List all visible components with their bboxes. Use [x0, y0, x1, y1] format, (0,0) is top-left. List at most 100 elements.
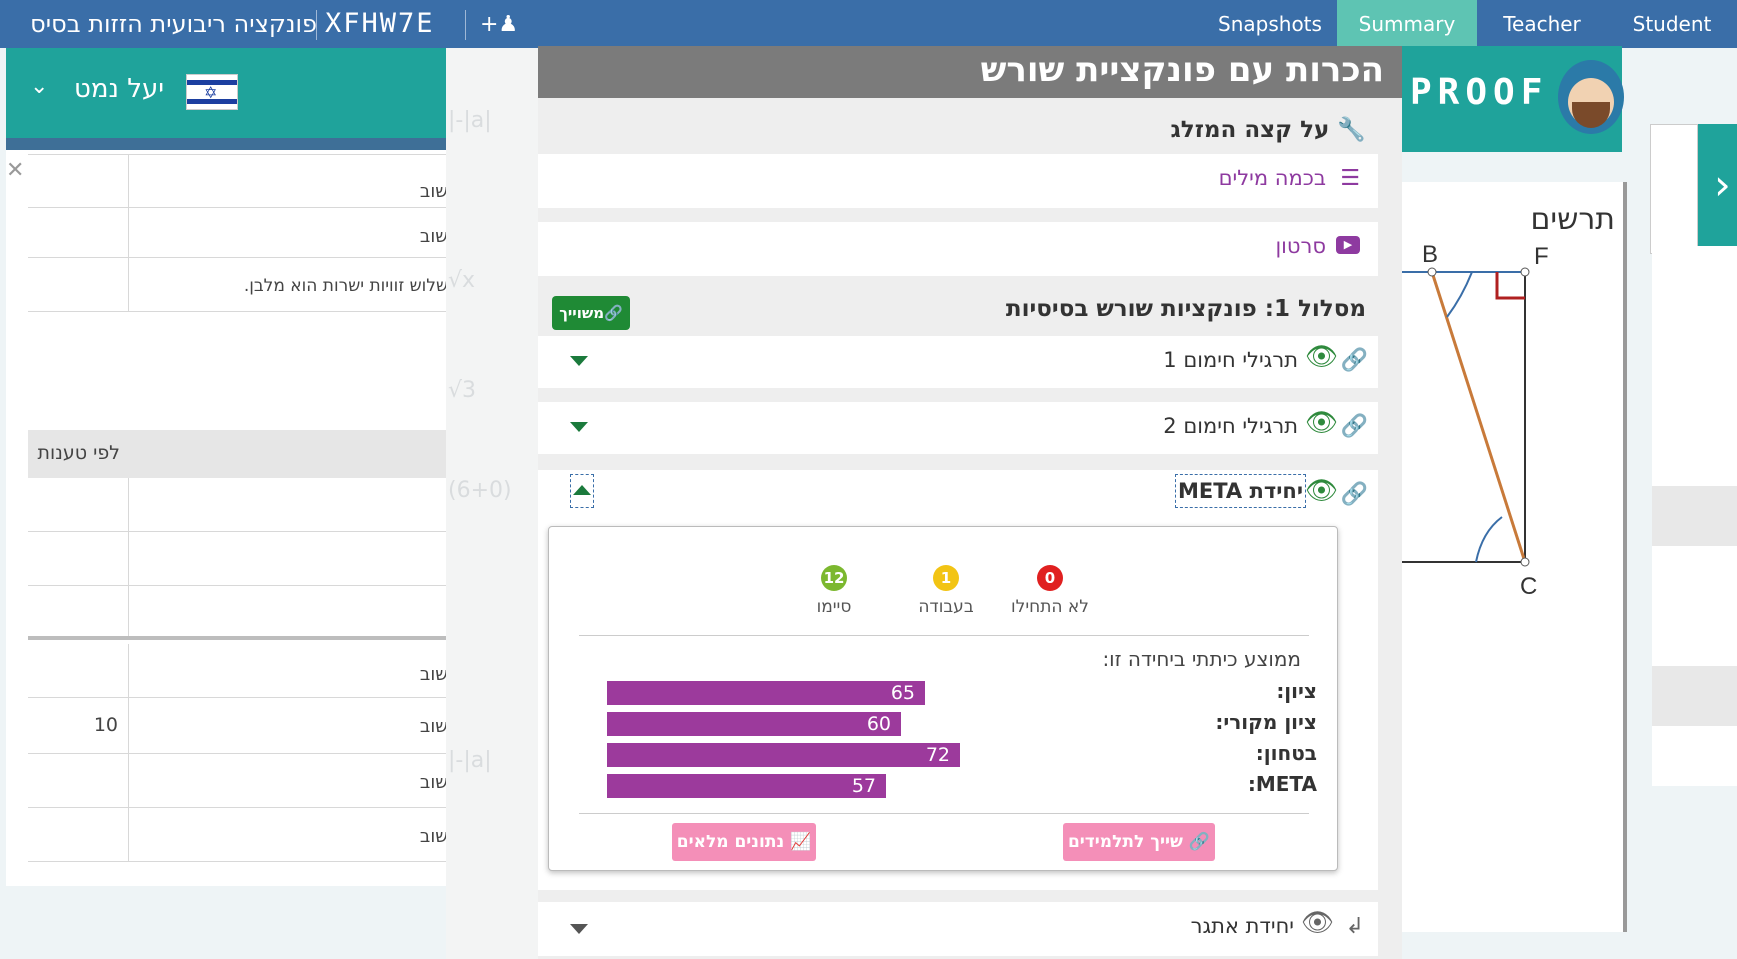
point-label: B — [1422, 242, 1438, 268]
tab-teacher[interactable]: Teacher — [1477, 0, 1607, 48]
separator — [316, 10, 317, 40]
header-strip — [6, 138, 446, 150]
proof-logo: PROOF — [1410, 72, 1549, 113]
link-video-label: סרטון — [1275, 234, 1326, 258]
link-reading[interactable]: ☰ בכמה מילים — [538, 154, 1378, 208]
point-label: C — [1520, 573, 1537, 600]
bar-label: META: — [1247, 772, 1317, 796]
link-icon[interactable]: 🔗 — [1341, 482, 1368, 507]
math-background: |-|a| √x √3 (6+0) |-|a| — [446, 48, 538, 959]
wizard-avatar — [1558, 60, 1624, 134]
status-dot-in-progress: 1 — [933, 565, 959, 591]
link-icon[interactable]: 🔗 — [1341, 348, 1368, 373]
chevron-up-icon — [573, 485, 591, 495]
link-icon: 🔗 — [1188, 832, 1211, 852]
students-panel: ✡ יעל נמט ⌄ ✕ שוב שוב שלוש זוויות ישרות … — [6, 48, 448, 886]
unit-row[interactable]: 🔗 👁 תרגילי חימום 2 — [538, 402, 1378, 454]
status-label: סיימו — [816, 597, 852, 617]
reading-icon: ☰ — [1340, 166, 1360, 191]
row-text: שוב — [128, 754, 448, 807]
eye-icon[interactable]: 👁 — [1305, 408, 1338, 438]
assign-students-label: שייך לתלמידים — [1067, 832, 1183, 852]
user-header: ✡ יעל נמט ⌄ — [6, 48, 446, 138]
status-label: בעבודה — [918, 597, 974, 617]
track-title: מסלול 1: פונקציות שורש בסיסיות — [1005, 296, 1366, 322]
unit-label: יחידת אתגר — [1190, 914, 1294, 938]
sketch-area: תרשים B F C — [1402, 182, 1627, 932]
row-text: שוב — [128, 808, 448, 861]
section-title-text: על קצה המזלג — [1170, 117, 1330, 143]
return-arrow-icon: ↲ — [1345, 914, 1364, 939]
eye-icon[interactable]: 👁 — [1305, 342, 1338, 372]
row-text: שוב — [128, 155, 448, 207]
page-title: הכרות עם פונקציית שורש — [538, 46, 1402, 98]
table-row: שוב — [28, 808, 448, 862]
full-data-button[interactable]: 📈 נתונים מלאים — [672, 823, 816, 861]
link-reading-label: בכמה מילים — [1218, 166, 1326, 190]
proof-panel: PROOF › תרשים B F C — [1402, 46, 1737, 959]
full-data-label: נתונים מלאים — [676, 832, 785, 852]
tab-summary[interactable]: Summary — [1337, 0, 1477, 48]
eye-icon[interactable]: 👁 — [1305, 476, 1338, 506]
user-name[interactable]: יעל נמט — [74, 74, 164, 104]
section-title: 🔧 על קצה המזלג — [1171, 116, 1367, 143]
israel-flag-icon: ✡ — [186, 74, 238, 110]
section-header-label: לפי טענות — [37, 442, 120, 464]
grid-area — [1652, 246, 1737, 786]
bar: 57 — [607, 774, 886, 798]
wrench-icon: 🔧 — [1337, 117, 1366, 143]
point-label: F — [1534, 243, 1549, 270]
eye-icon[interactable]: 👁 — [1301, 908, 1334, 938]
collapse-toggle[interactable] — [570, 474, 594, 508]
tab-student[interactable]: Student — [1607, 0, 1737, 48]
activity-title: פונקציה ריבועית הזזות בסיס — [30, 10, 317, 38]
assign-students-button[interactable]: 🔗 שייך לתלמידים — [1063, 823, 1215, 861]
assigned-badge-label: משוייך — [559, 304, 605, 322]
table-row: שוב — [28, 754, 448, 808]
status-dot-not-started: 0 — [1037, 565, 1063, 591]
table-row: שוב — [28, 644, 448, 698]
chevron-down-icon[interactable] — [570, 422, 588, 432]
separator — [465, 10, 466, 40]
unit-summary-popup: 0 לא התחילו 1 בעבודה 12 סיימו ממוצע כיתת… — [548, 526, 1338, 871]
chevron-down-icon[interactable] — [570, 356, 588, 366]
section-header: לפי טענות — [28, 430, 448, 478]
bar-label: ציון מקורי: — [1215, 710, 1317, 734]
status-dot-done: 12 — [821, 565, 847, 591]
panel-border — [1623, 182, 1627, 932]
table-row — [28, 478, 448, 532]
tab-snapshots[interactable]: Snapshots — [1203, 0, 1337, 48]
add-user-icon[interactable]: +♟ — [480, 12, 518, 37]
proof-header: PROOF — [1402, 46, 1624, 152]
unit-label: תרגילי חימום 2 — [1163, 414, 1298, 438]
chevron-right-icon[interactable]: › — [1714, 160, 1731, 209]
sketch-title: תרשים — [1530, 202, 1615, 237]
divider — [579, 635, 1309, 636]
unit-panel: הכרות עם פונקציית שורש 🔧 על קצה המזלג ☰ … — [538, 46, 1402, 959]
divider — [579, 813, 1309, 814]
unit-label: תרגילי חימום 1 — [1163, 348, 1298, 372]
unit-row[interactable]: 🔗 👁 תרגילי חימום 1 — [538, 336, 1378, 388]
table-row — [28, 586, 448, 640]
bar-label: ציון: — [1276, 679, 1317, 703]
row-text: שוב — [128, 208, 448, 257]
top-bar: פונקציה ריבועית הזזות בסיס XFHW7E +♟ Sna… — [0, 0, 1737, 48]
table-row — [28, 532, 448, 586]
bar: 60 — [607, 712, 901, 736]
link-video[interactable]: ▶ סרטון — [538, 222, 1378, 276]
row-text: שוב — [128, 644, 448, 697]
average-title: ממוצע כיתתי ביחידה זו: — [1102, 647, 1301, 671]
status-label: לא התחילו — [1011, 597, 1089, 617]
unit-row[interactable]: ↲ 👁 יחידת אתגר — [538, 902, 1378, 956]
row-text: שלוש זוויות ישרות הוא מלבן. — [128, 258, 448, 311]
side-card: › — [1650, 124, 1737, 254]
side-card-preview — [1650, 124, 1698, 254]
chevron-down-icon[interactable] — [570, 924, 588, 934]
link-icon[interactable]: 🔗 — [1341, 414, 1368, 439]
chevron-down-icon[interactable]: ⌄ — [30, 74, 48, 99]
assigned-badge[interactable]: 🔗משוייך — [552, 296, 630, 330]
bar: 72 — [607, 743, 960, 767]
close-icon[interactable]: ✕ — [6, 158, 24, 183]
table-row: שוב — [28, 208, 448, 258]
unit-label: יחידת META — [1175, 474, 1306, 508]
